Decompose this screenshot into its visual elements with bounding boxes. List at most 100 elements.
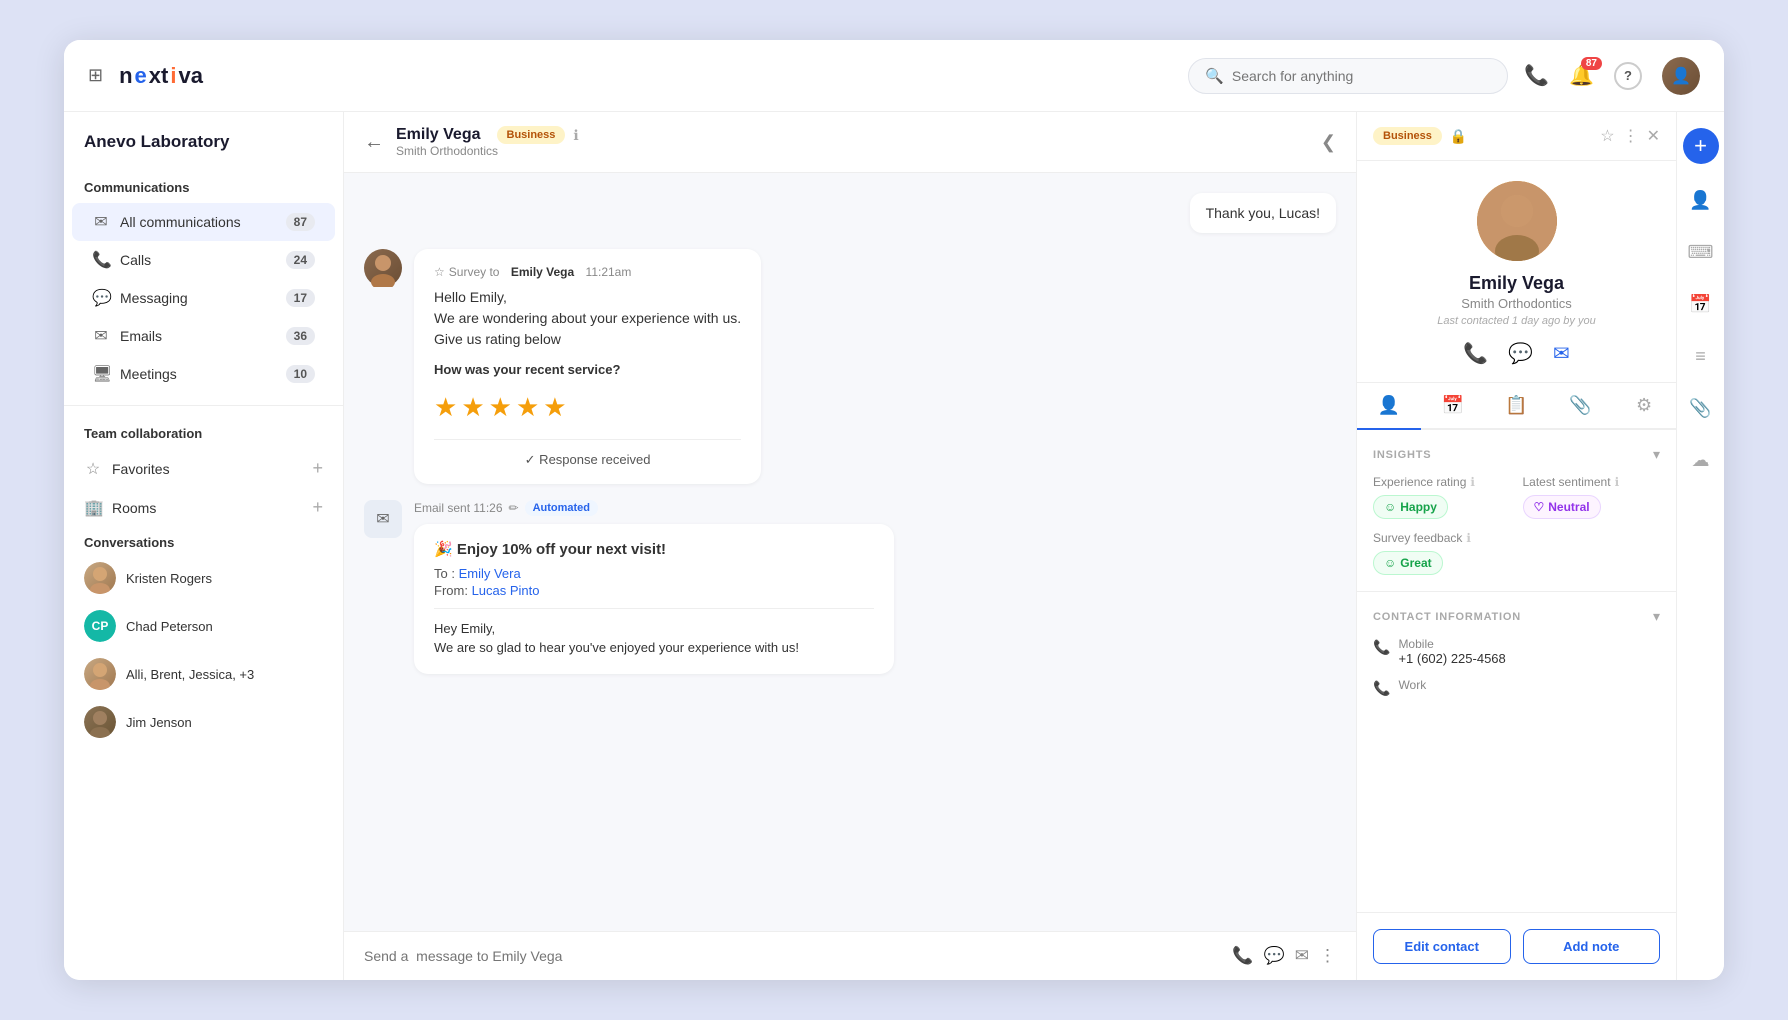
conv-name-kristen: Kristen Rogers bbox=[126, 571, 212, 586]
far-right-cloud-icon[interactable]: ☁ bbox=[1685, 444, 1717, 476]
message-survey: ☆ Survey to Emily Vega 11:21am Hello Emi… bbox=[364, 249, 1336, 484]
conv-item-chad[interactable]: CP Chad Peterson bbox=[64, 602, 343, 650]
rp-more-button[interactable]: ⋮ bbox=[1623, 126, 1639, 146]
conv-avatar-jim bbox=[84, 706, 116, 738]
conv-item-group[interactable]: Alli, Brent, Jessica, +3 bbox=[64, 650, 343, 698]
rp-business-badge: Business bbox=[1373, 127, 1442, 145]
chat-more-button[interactable]: ⋮ bbox=[1319, 946, 1336, 966]
chat-email-button[interactable]: ✉ bbox=[1295, 946, 1309, 966]
right-panel-header: Business 🔒 ☆ ⋮ ✕ bbox=[1357, 112, 1676, 161]
survey-sender-avatar bbox=[364, 249, 402, 287]
nav-icons: 📞 🔔 87 ? 👤 bbox=[1524, 57, 1700, 95]
top-nav: ⊞ nextiva 🔍 📞 🔔 87 ? 👤 bbox=[64, 40, 1724, 112]
search-bar: 🔍 bbox=[1188, 58, 1508, 94]
lock-icon: 🔒 bbox=[1450, 128, 1467, 145]
survey-star-icon: ☆ bbox=[434, 265, 445, 279]
sf-info-icon[interactable]: ℹ bbox=[1466, 531, 1471, 545]
rp-star-button[interactable]: ☆ bbox=[1600, 126, 1614, 146]
latest-sentiment-item: Latest sentiment ℹ ♡ Neutral bbox=[1523, 475, 1661, 519]
rp-close-button[interactable]: ✕ bbox=[1647, 126, 1660, 146]
edit-contact-button[interactable]: Edit contact bbox=[1373, 929, 1511, 964]
sidebar-item-emails[interactable]: ✉ Emails 36 bbox=[72, 317, 335, 355]
add-button[interactable]: + bbox=[1683, 128, 1719, 164]
user-avatar-button[interactable]: 👤 bbox=[1662, 57, 1700, 95]
far-right-list-icon[interactable]: ≡ bbox=[1685, 340, 1717, 372]
email-sent-time: Email sent 11:26 bbox=[414, 501, 503, 515]
chat-contact-company: Smith Orthodontics bbox=[396, 144, 1309, 158]
star-4: ★ bbox=[516, 388, 539, 427]
notifications-button[interactable]: 🔔 87 bbox=[1569, 63, 1594, 88]
tab-calendar[interactable]: 📅 bbox=[1421, 383, 1485, 430]
conv-item-kristen[interactable]: Kristen Rogers bbox=[64, 554, 343, 602]
team-item-favorites[interactable]: ☆ Favorites + bbox=[64, 449, 343, 488]
rooms-label: Rooms bbox=[112, 500, 302, 516]
chat-input[interactable] bbox=[364, 948, 1220, 964]
chat-input-icons: 📞 💬 ✉ ⋮ bbox=[1232, 946, 1336, 966]
email-from: From: Lucas Pinto bbox=[434, 583, 874, 598]
email-to: To : Emily Vera bbox=[434, 566, 874, 581]
chat-area: ← Emily Vega Business ℹ Smith Orthodonti… bbox=[344, 112, 1356, 980]
sidebar-item-all-communications[interactable]: ✉ All communications 87 bbox=[72, 203, 335, 241]
tab-person[interactable]: 👤 bbox=[1357, 383, 1421, 430]
email-to-value: Emily Vera bbox=[459, 566, 521, 581]
phone-icon: 📞 bbox=[1524, 63, 1549, 88]
tab-attachment[interactable]: 📎 bbox=[1548, 383, 1612, 430]
chat-call-button[interactable]: 📞 bbox=[1232, 946, 1253, 966]
emails-count: 36 bbox=[286, 327, 315, 345]
conv-item-jim[interactable]: Jim Jenson bbox=[64, 698, 343, 746]
grid-icon-button[interactable]: ⊞ bbox=[88, 65, 103, 86]
work-label: Work bbox=[1398, 678, 1426, 692]
sidebar-item-messaging[interactable]: 💬 Messaging 17 bbox=[72, 279, 335, 317]
emails-icon: ✉ bbox=[92, 326, 110, 346]
ls-info-icon[interactable]: ℹ bbox=[1615, 475, 1620, 489]
collapse-panel-button[interactable]: ❮ bbox=[1321, 132, 1336, 153]
er-info-icon[interactable]: ℹ bbox=[1470, 475, 1475, 489]
sidebar: Anevo Laboratory Communications ✉ All co… bbox=[64, 112, 344, 980]
great-icon: ☺ bbox=[1384, 556, 1396, 570]
back-button[interactable]: ← bbox=[364, 131, 384, 154]
work-info: Work bbox=[1398, 678, 1426, 692]
thankyou-bubble-content: Thank you, Lucas! bbox=[1190, 193, 1336, 233]
contact-last-contacted: Last contacted 1 day ago by you bbox=[1437, 315, 1595, 327]
search-input[interactable] bbox=[1232, 68, 1491, 84]
survey-meta: ☆ Survey to Emily Vega 11:21am bbox=[434, 265, 741, 279]
contact-email-button[interactable]: ✉ bbox=[1553, 341, 1570, 366]
contact-message-button[interactable]: 💬 bbox=[1508, 341, 1533, 366]
sidebar-item-calls[interactable]: 📞 Calls 24 bbox=[72, 241, 335, 279]
survey-body: Hello Emily, We are wondering about your… bbox=[434, 287, 741, 427]
survey-time: 11:21am bbox=[586, 265, 632, 279]
happy-icon: ☺ bbox=[1384, 500, 1396, 514]
contact-info-chevron[interactable]: ▾ bbox=[1653, 608, 1660, 625]
add-note-button[interactable]: Add note bbox=[1523, 929, 1661, 964]
rooms-add-button[interactable]: + bbox=[312, 497, 323, 518]
survey-body1: We are wondering about your experience w… bbox=[434, 308, 741, 329]
neutral-icon: ♡ bbox=[1534, 500, 1545, 514]
survey-feedback-item: Survey feedback ℹ ☺ Great bbox=[1373, 531, 1660, 575]
far-right-clip-icon[interactable]: 📎 bbox=[1685, 392, 1717, 424]
far-right-person-icon[interactable]: 👤 bbox=[1685, 184, 1717, 216]
favorites-add-button[interactable]: + bbox=[312, 458, 323, 479]
tab-list[interactable]: 📋 bbox=[1485, 383, 1549, 430]
insights-chevron[interactable]: ▾ bbox=[1653, 446, 1660, 463]
app-container: ⊞ nextiva 🔍 📞 🔔 87 ? 👤 bbox=[64, 40, 1724, 980]
sidebar-title: Anevo Laboratory bbox=[64, 132, 343, 168]
chat-message-button[interactable]: 💬 bbox=[1264, 946, 1285, 966]
email-icon-box: ✉ bbox=[364, 500, 402, 538]
far-right-keypad-icon[interactable]: ⌨ bbox=[1685, 236, 1717, 268]
info-icon[interactable]: ℹ bbox=[573, 127, 578, 144]
sidebar-item-meetings[interactable]: 🖥 Meetings 10 bbox=[72, 355, 335, 393]
notification-badge: 87 bbox=[1581, 57, 1602, 70]
phone-nav-button[interactable]: 📞 bbox=[1524, 63, 1549, 88]
messaging-label: Messaging bbox=[120, 290, 276, 306]
messaging-count: 17 bbox=[286, 289, 315, 307]
far-right-calendar-icon[interactable]: 📅 bbox=[1685, 288, 1717, 320]
team-item-rooms[interactable]: 🏢 Rooms + bbox=[64, 488, 343, 527]
rp-header-actions: ☆ ⋮ ✕ bbox=[1600, 126, 1660, 146]
contact-info-title: CONTACT INFORMATION bbox=[1373, 611, 1521, 623]
contact-call-button[interactable]: 📞 bbox=[1463, 341, 1488, 366]
insights-title: INSIGHTS bbox=[1373, 449, 1431, 461]
email-from-value: Lucas Pinto bbox=[472, 583, 540, 598]
conv-name-jim: Jim Jenson bbox=[126, 715, 192, 730]
tab-settings[interactable]: ⚙ bbox=[1612, 383, 1676, 430]
help-button[interactable]: ? bbox=[1614, 62, 1642, 90]
